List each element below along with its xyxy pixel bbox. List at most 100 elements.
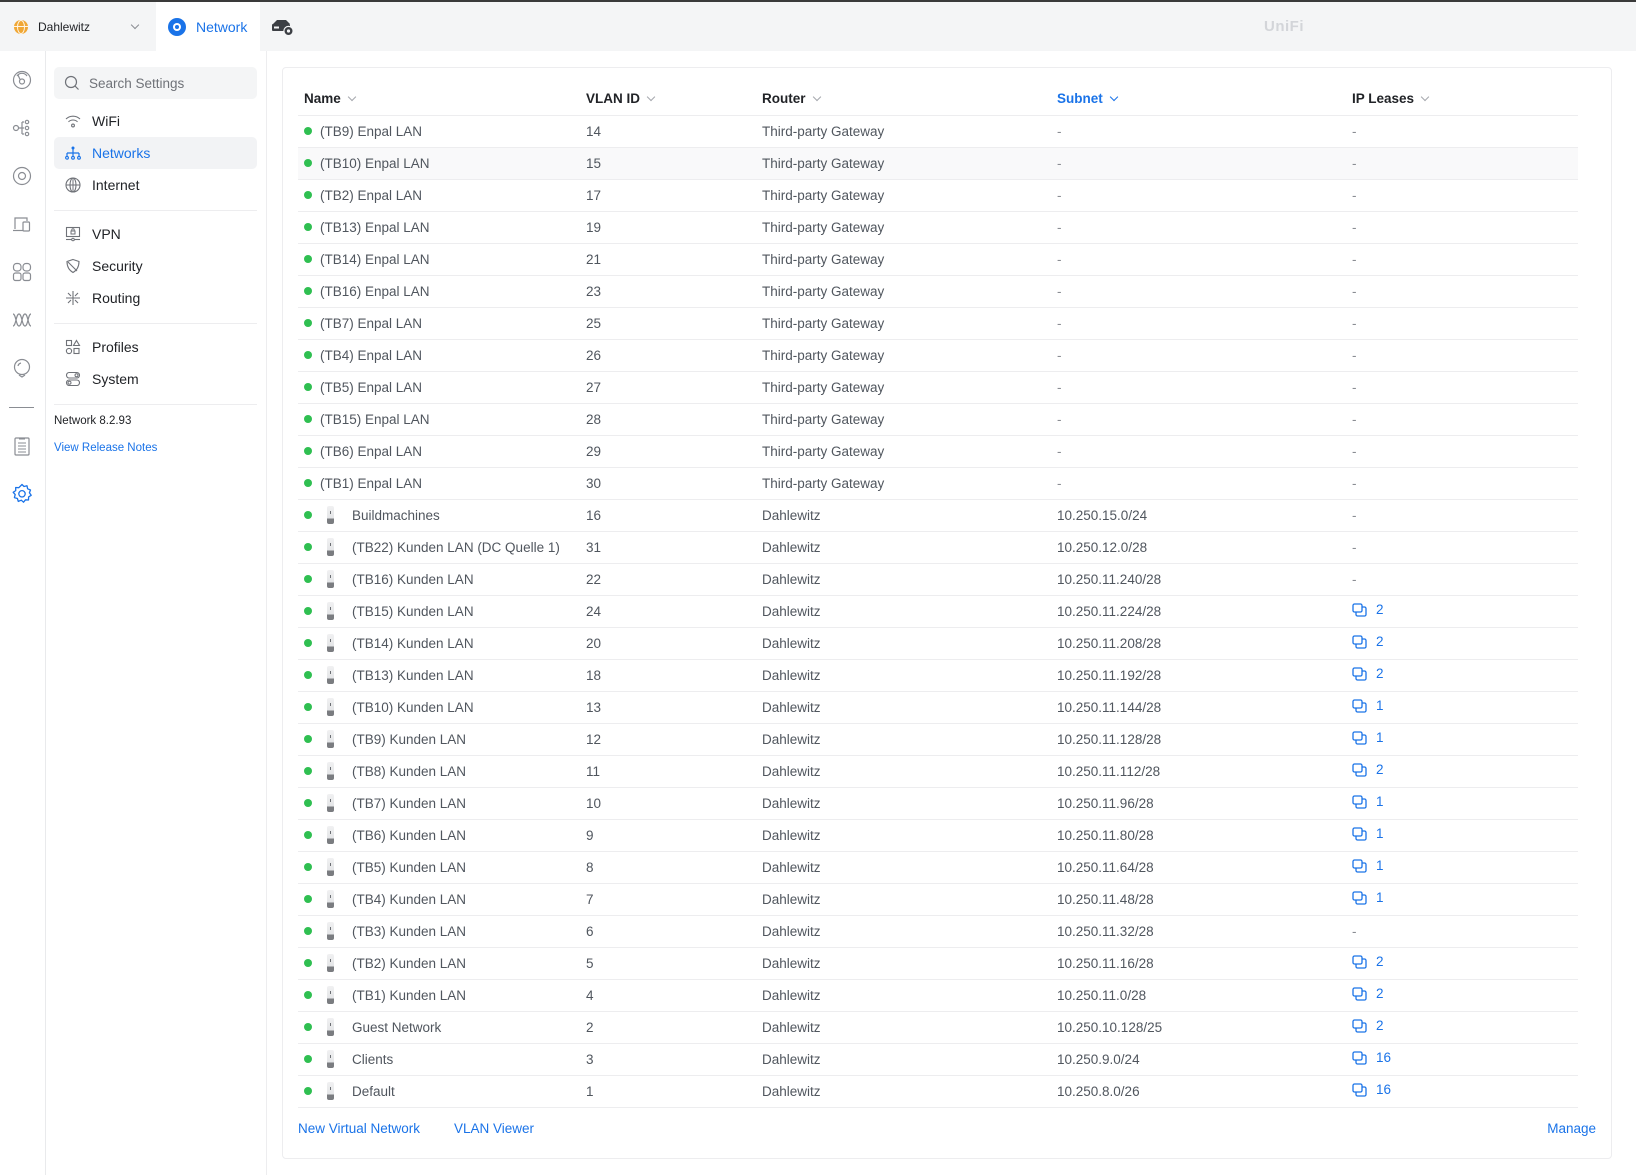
cell-subnet: - xyxy=(1057,467,1352,500)
sidebar-item-vpn[interactable]: VPN xyxy=(54,218,257,250)
gateway-device-icon xyxy=(327,730,334,748)
gateway-device-icon xyxy=(327,922,334,940)
table-row[interactable]: (TB7) Kunden LAN 10 Dahlewitz 10.250.11.96/… xyxy=(298,787,1578,820)
cell-vlan-id: 12 xyxy=(586,723,762,756)
devices-icon[interactable] xyxy=(11,165,33,187)
table-row[interactable]: Guest Network 2 Dahlewitz 10.250.10.128/25 2 xyxy=(298,1011,1578,1044)
table-row[interactable]: (TB5) Kunden LAN 8 Dahlewitz 10.250.11.64/2… xyxy=(298,851,1578,884)
table-row[interactable]: (TB15) Enpal LAN 28 Third-party Gateway - - xyxy=(298,403,1578,436)
clients-icon xyxy=(1352,955,1376,969)
table-row[interactable]: (TB13) Enpal LAN 19 Third-party Gateway - - xyxy=(298,211,1578,244)
column-label: Subnet xyxy=(1057,91,1103,107)
table-row[interactable]: (TB9) Kunden LAN 12 Dahlewitz 10.250.11.128… xyxy=(298,723,1578,756)
sidebar-item-networks[interactable]: Networks xyxy=(54,137,257,169)
innerspace-icon[interactable] xyxy=(11,357,33,379)
clients-icon[interactable] xyxy=(11,213,33,235)
sidebar-item-internet[interactable]: Internet xyxy=(54,169,257,201)
new-virtual-network-button[interactable]: New Virtual Network xyxy=(298,1121,420,1136)
cell-router: Dahlewitz xyxy=(762,499,1057,532)
cell-vlan-id: 5 xyxy=(586,947,762,980)
table-row[interactable]: Default 1 Dahlewitz 10.250.8.0/26 16 xyxy=(298,1075,1578,1108)
sidebar-item-profiles[interactable]: Profiles xyxy=(54,331,257,363)
table-row[interactable]: (TB1) Kunden LAN 4 Dahlewitz 10.250.11.0/28… xyxy=(298,979,1578,1012)
network-name: Guest Network xyxy=(352,1019,442,1035)
column-header-ip-leases[interactable]: IP Leases xyxy=(1352,83,1578,116)
manage-button[interactable]: Manage xyxy=(1547,1121,1596,1136)
sidebar-item-wifi[interactable]: WiFi xyxy=(54,105,257,137)
ip-leases-link[interactable]: 2 xyxy=(1352,762,1384,777)
table-row[interactable]: (TB14) Kunden LAN 20 Dahlewitz 10.250.11.20… xyxy=(298,627,1578,660)
search-settings-input[interactable] xyxy=(89,75,249,91)
ip-leases-link[interactable]: 1 xyxy=(1352,730,1384,745)
ip-leases-count: 2 xyxy=(1376,954,1384,970)
app-nav-rail xyxy=(0,51,46,1175)
table-row[interactable]: (TB13) Kunden LAN 18 Dahlewitz 10.250.11.19… xyxy=(298,659,1578,692)
vlan-viewer-button[interactable]: VLAN Viewer xyxy=(454,1121,534,1136)
ip-leases-link[interactable]: 16 xyxy=(1352,1050,1391,1065)
gateway-settings-button[interactable] xyxy=(270,16,296,38)
dashboard-icon[interactable] xyxy=(11,69,33,91)
table-row[interactable]: (TB10) Kunden LAN 13 Dahlewitz 10.250.11.14… xyxy=(298,691,1578,724)
logs-icon[interactable] xyxy=(11,435,33,457)
table-row[interactable]: (TB5) Enpal LAN 27 Third-party Gateway - - xyxy=(298,371,1578,404)
app-tab-network[interactable]: Network xyxy=(156,2,260,51)
table-row[interactable]: Buildmachines 16 Dahlewitz 10.250.15.0/24- xyxy=(298,499,1578,532)
ports-icon[interactable] xyxy=(11,261,33,283)
cell-vlan-id: 21 xyxy=(586,243,762,276)
ip-leases-link[interactable]: 2 xyxy=(1352,634,1384,649)
cell-router: Dahlewitz xyxy=(762,883,1057,916)
ip-leases-link[interactable]: 1 xyxy=(1352,794,1384,809)
ip-leases-link[interactable]: 1 xyxy=(1352,826,1384,841)
ip-leases-link[interactable]: 1 xyxy=(1352,698,1384,713)
table-row[interactable]: (TB4) Enpal LAN 26 Third-party Gateway - - xyxy=(298,339,1578,372)
status-online-dot xyxy=(304,1055,312,1063)
topology-icon[interactable] xyxy=(11,117,33,139)
column-header-subnet[interactable]: Subnet xyxy=(1057,83,1352,116)
ip-leases-link[interactable]: 1 xyxy=(1352,858,1384,873)
cell-router: Dahlewitz xyxy=(762,1011,1057,1044)
table-row[interactable]: (TB15) Kunden LAN 24 Dahlewitz 10.250.11.22… xyxy=(298,595,1578,628)
ip-leases-count: 2 xyxy=(1376,666,1384,682)
table-row[interactable]: (TB6) Enpal LAN 29 Third-party Gateway - - xyxy=(298,435,1578,468)
table-row[interactable]: (TB4) Kunden LAN 7 Dahlewitz 10.250.11.48/2… xyxy=(298,883,1578,916)
table-row[interactable]: (TB6) Kunden LAN 9 Dahlewitz 10.250.11.80/2… xyxy=(298,819,1578,852)
table-row[interactable]: (TB16) Enpal LAN 23 Third-party Gateway - - xyxy=(298,275,1578,308)
table-row[interactable]: (TB1) Enpal LAN 30 Third-party Gateway - - xyxy=(298,467,1578,500)
chevron-down-icon xyxy=(812,93,821,102)
sidebar-item-security[interactable]: Security xyxy=(54,250,257,282)
table-row[interactable]: (TB14) Enpal LAN 21 Third-party Gateway - - xyxy=(298,243,1578,276)
table-row[interactable]: (TB16) Kunden LAN 22 Dahlewitz 10.250.11.24… xyxy=(298,563,1578,596)
table-row[interactable]: (TB2) Enpal LAN 17 Third-party Gateway - - xyxy=(298,179,1578,212)
ip-leases-link[interactable]: 2 xyxy=(1352,666,1384,681)
sidebar-item-system[interactable]: System xyxy=(54,363,257,395)
network-name: (TB3) Kunden LAN xyxy=(352,923,467,939)
ip-leases-link[interactable]: 16 xyxy=(1352,1082,1391,1097)
insights-icon[interactable] xyxy=(11,309,33,331)
table-row[interactable]: (TB8) Kunden LAN 11 Dahlewitz 10.250.11.112… xyxy=(298,755,1578,788)
table-row[interactable]: (TB7) Enpal LAN 25 Third-party Gateway - - xyxy=(298,307,1578,340)
cell-name: Guest Network xyxy=(298,1011,586,1044)
ip-leases-link[interactable]: 2 xyxy=(1352,1018,1384,1033)
table-row[interactable]: (TB9) Enpal LAN 14 Third-party Gateway - - xyxy=(298,115,1578,148)
settings-icon[interactable] xyxy=(11,483,33,505)
column-label: Name xyxy=(304,91,341,107)
table-row[interactable]: (TB10) Enpal LAN 15 Third-party Gateway - - xyxy=(298,147,1578,180)
ip-leases-link[interactable]: 2 xyxy=(1352,986,1384,1001)
ip-leases-link[interactable]: 2 xyxy=(1352,602,1384,617)
column-header-vlan-id[interactable]: VLAN ID xyxy=(586,83,762,116)
table-row[interactable]: (TB2) Kunden LAN 5 Dahlewitz 10.250.11.16/2… xyxy=(298,947,1578,980)
table-row[interactable]: (TB22) Kunden LAN (DC Quelle 1) 31 Dahlewi… xyxy=(298,531,1578,564)
release-notes-link[interactable]: View Release Notes xyxy=(54,442,157,454)
cell-router: Dahlewitz xyxy=(762,595,1057,628)
column-header-router[interactable]: Router xyxy=(762,83,1057,116)
ip-leases-link[interactable]: 1 xyxy=(1352,890,1384,905)
search-settings[interactable] xyxy=(54,67,257,99)
cell-ip-leases: 1 xyxy=(1352,691,1578,724)
column-header-name[interactable]: Name xyxy=(298,83,586,116)
table-row[interactable]: (TB3) Kunden LAN 6 Dahlewitz 10.250.11.32/2… xyxy=(298,915,1578,948)
ip-leases-link[interactable]: 2 xyxy=(1352,954,1384,969)
site-selector[interactable]: Dahlewitz xyxy=(0,2,156,51)
sidebar-item-routing[interactable]: Routing xyxy=(54,282,257,314)
table-row[interactable]: Clients 3 Dahlewitz 10.250.9.0/24 16 xyxy=(298,1043,1578,1076)
cell-router: Dahlewitz xyxy=(762,915,1057,948)
